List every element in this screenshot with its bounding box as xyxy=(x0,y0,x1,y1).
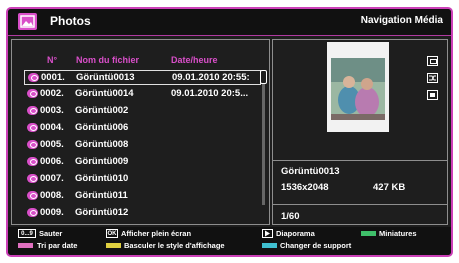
file-row[interactable]: 0003. Görüntü002 xyxy=(24,104,261,119)
column-header-number: N° xyxy=(47,55,58,65)
green-key-icon xyxy=(361,231,376,236)
file-name: Görüntü012 xyxy=(75,207,129,218)
file-name: Görüntü0013 xyxy=(76,72,135,83)
stop-icon[interactable] xyxy=(427,90,438,100)
file-name: Görüntü0014 xyxy=(75,88,134,99)
file-name: Görüntü002 xyxy=(75,105,129,116)
file-number: 0009. xyxy=(40,207,64,218)
file-row[interactable]: 0009. Görüntü012 xyxy=(24,206,261,221)
scrollbar-thumb[interactable] xyxy=(260,70,267,84)
info-filesize: 427 KB xyxy=(373,182,406,193)
change-source-label: Changer de support xyxy=(280,241,352,250)
sort-date-label: Tri par date xyxy=(37,241,78,250)
column-header-filename: Nom du fichier xyxy=(76,55,140,65)
file-number: 0004. xyxy=(40,122,64,133)
file-date: 09.01.2010 20:55: xyxy=(172,72,250,83)
image-file-icon xyxy=(27,106,38,115)
column-header-datetime: Date/heure xyxy=(171,55,218,65)
yellow-key-icon xyxy=(106,243,121,248)
red-key-icon xyxy=(18,243,33,248)
file-row[interactable]: 0002. Görüntü0014 09.01.2010 20:5... xyxy=(24,87,261,102)
file-date: 09.01.2010 20:5... xyxy=(171,88,249,99)
photos-icon xyxy=(18,13,37,30)
blue-key-icon xyxy=(262,243,277,248)
file-name: Görüntü011 xyxy=(75,190,128,201)
media-navigation-label: Navigation Média xyxy=(360,15,443,26)
file-number: 0007. xyxy=(40,173,64,184)
file-name: Görüntü006 xyxy=(75,122,129,133)
title-bar: Photos Navigation Média xyxy=(8,9,451,36)
shuffle-icon[interactable] xyxy=(427,73,438,83)
file-row[interactable]: 0007. Görüntü010 xyxy=(24,172,261,187)
divider xyxy=(273,160,447,161)
file-number: 0008. xyxy=(40,190,64,201)
file-name: Görüntü008 xyxy=(75,139,129,150)
image-file-icon xyxy=(28,73,39,82)
image-file-icon xyxy=(27,208,38,217)
file-number: 0003. xyxy=(40,105,64,116)
photo-thumbnail xyxy=(327,42,389,132)
image-file-icon xyxy=(27,157,38,166)
preview-panel: Görüntü0013 1536x2048 427 KB 1/60 xyxy=(272,39,448,225)
page-title: Photos xyxy=(50,14,91,28)
file-row-selected[interactable]: 0001. Görüntü0013 09.01.2010 20:55: xyxy=(24,70,261,85)
file-row[interactable]: 0008. Görüntü011 xyxy=(24,189,261,204)
image-file-icon xyxy=(27,140,38,149)
file-row[interactable]: 0005. Görüntü008 xyxy=(24,138,261,153)
file-number: 0005. xyxy=(40,139,64,150)
file-row[interactable]: 0006. Görüntü009 xyxy=(24,155,261,170)
divider xyxy=(273,204,447,205)
file-name: Görüntü009 xyxy=(75,156,129,167)
ok-key: OK xyxy=(106,229,118,238)
file-number: 0006. xyxy=(40,156,64,167)
file-number: 0002. xyxy=(40,88,64,99)
window-mode-icon[interactable] xyxy=(427,56,438,66)
image-file-icon xyxy=(27,174,38,183)
toggle-view-label: Basculer le style d'affichage xyxy=(124,241,225,250)
info-resolution: 1536x2048 xyxy=(281,182,329,193)
image-file-icon xyxy=(27,191,38,200)
image-file-icon xyxy=(27,89,38,98)
file-name: Görüntü010 xyxy=(75,173,129,184)
info-position: 1/60 xyxy=(281,211,300,222)
play-icon xyxy=(262,229,273,238)
scrollbar[interactable] xyxy=(260,70,267,205)
slideshow-label: Diaporama xyxy=(276,229,315,238)
file-row[interactable]: 0004. Görüntü006 xyxy=(24,121,261,136)
info-filename: Görüntü0013 xyxy=(281,166,340,177)
jump-key: 0...9 xyxy=(18,229,36,238)
thumbnails-label: Miniatures xyxy=(379,229,417,238)
media-browser-window: Photos Navigation Média N° Nom du fichie… xyxy=(6,7,453,257)
image-file-icon xyxy=(27,123,38,132)
file-list-panel: N° Nom du fichier Date/heure 0001. Görün… xyxy=(11,39,270,225)
footer-help-bar: 0...9 Sauter OK Afficher plein écran Dia… xyxy=(8,227,451,255)
file-number: 0001. xyxy=(41,72,65,83)
fullscreen-label: Afficher plein écran xyxy=(121,229,192,238)
jump-label: Sauter xyxy=(39,229,63,238)
